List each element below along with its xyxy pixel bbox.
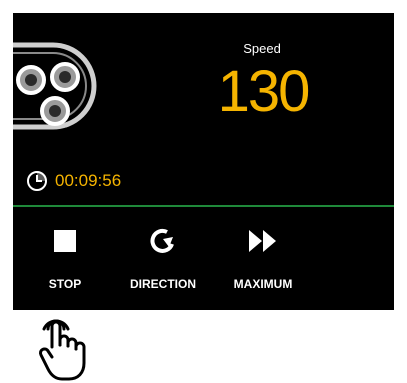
divider — [13, 205, 394, 207]
maximum-label: MAXIMUM — [233, 277, 293, 291]
clock-icon — [27, 171, 47, 191]
fast-forward-icon — [249, 230, 276, 252]
stop-label: STOP — [48, 277, 82, 291]
timer: 00:09:56 — [26, 170, 121, 192]
stop-icon — [54, 230, 76, 252]
tap-hand-icon — [39, 319, 86, 381]
direction-label: DIRECTION — [130, 277, 196, 291]
rotate-icon — [150, 228, 174, 253]
elapsed-time: 00:09:56 — [55, 171, 122, 190]
direction-button[interactable]: DIRECTION — [113, 227, 213, 291]
pump-head-icon — [13, 42, 97, 130]
speed-value: 130 — [217, 59, 311, 124]
stop-button[interactable]: STOP — [33, 227, 97, 291]
speed-label: Speed — [243, 41, 281, 56]
maximum-button[interactable]: MAXIMUM — [218, 227, 308, 291]
pump-display: Speed 130 00:09:56 STOP DIRECTION MAXIMU… — [13, 13, 394, 310]
